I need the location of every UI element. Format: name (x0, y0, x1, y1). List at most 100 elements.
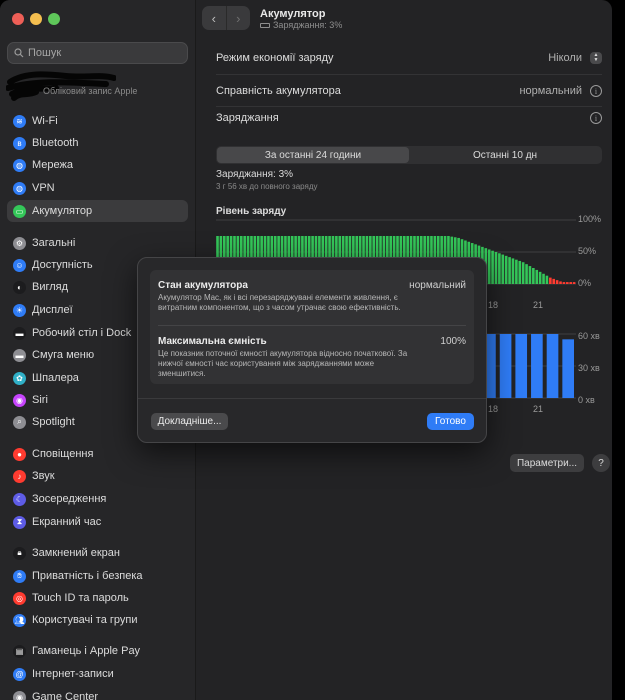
capacity-description: Це показник поточної ємності акумулятора… (158, 349, 408, 378)
sidebar-item-users[interactable]: 👥︎ Користувачі та групи (7, 609, 188, 631)
level-bar (528, 266, 532, 284)
sidebar-item-label: Користувачі та групи (32, 614, 138, 626)
level-bar (545, 275, 549, 284)
window-title: Акумулятор (260, 8, 326, 20)
level-axis-50: 50% (578, 246, 597, 256)
zoom-button[interactable] (48, 13, 60, 25)
help-button[interactable]: ? (592, 454, 610, 472)
condition-description: Акумулятор Mac, як і всі перезаряджувані… (158, 293, 401, 312)
sidebar-item-label: Екранний час (32, 516, 102, 528)
vpn-icon: ◍ (13, 181, 26, 195)
apple-account[interactable]: Обліковий запис Apple (0, 64, 196, 106)
sidebar-item-label: Звук (32, 470, 55, 482)
sidebar-item-label: Замкнений екран (32, 547, 120, 559)
sidebar-item-label: Акумулятор (32, 205, 93, 217)
sidebar-item-label: Шпалера (32, 372, 79, 384)
lockscreen-icon: 🔒︎ (13, 546, 26, 560)
sound-icon: ♪ (13, 469, 26, 483)
display-icon: ☀ (13, 303, 26, 317)
sidebar-item-sound[interactable]: ♪ Звук (7, 465, 188, 487)
divider (216, 106, 602, 107)
sidebar-item-label: Touch ID та пароль (32, 592, 129, 604)
privacy-icon: ✋︎ (13, 569, 26, 583)
sidebar-item-lockscreen[interactable]: 🔒︎ Замкнений екран (7, 542, 188, 564)
level-bar (562, 282, 566, 284)
low-power-select[interactable]: Ніколи ▲ ▼ (548, 52, 602, 64)
sidebar-item-network[interactable]: ◍ Мережа (7, 154, 188, 176)
sidebar-item-battery[interactable]: ▭ Акумулятор (7, 200, 188, 222)
tab-10d[interactable]: Останні 10 дн (409, 147, 601, 163)
sidebar-item-focus[interactable]: ☾ Зосередження (7, 488, 188, 510)
done-button[interactable]: Готово (427, 413, 474, 430)
level-bar (504, 255, 508, 284)
level-bar (494, 252, 498, 284)
low-power-label: Режим економії заряду (216, 52, 334, 64)
sidebar-item-screentime[interactable]: ⧗ Екранний час (7, 511, 188, 533)
level-bar (532, 268, 535, 284)
time-range-segmented: За останні 24 години Останні 10 дн (216, 146, 602, 164)
sidebar-item-label: Wi-Fi (32, 115, 58, 127)
sidebar-item-wallet[interactable]: ▤ Гаманець і Apple Pay (7, 640, 188, 662)
sidebar-item-notifications[interactable]: ● Сповіщення (7, 443, 188, 465)
level-bar (549, 277, 552, 284)
level-bar (501, 254, 505, 284)
sidebar-item-label: Робочий стіл і Dock (32, 327, 132, 339)
sidebar-item-label: Вигляд (32, 281, 69, 293)
sidebar-item-label: Зосередження (32, 493, 107, 505)
sidebar-item-internet-accounts[interactable]: @ Інтернет-записи (7, 663, 188, 685)
sidebar-item-bluetooth[interactable]: ʙ Bluetooth (7, 132, 188, 154)
back-button[interactable]: ‹ (202, 6, 226, 30)
usage-bar (546, 334, 559, 398)
account-label: Обліковий запис Apple (43, 86, 138, 96)
dock-icon: ▬ (13, 326, 26, 340)
sidebar-item-label: Загальні (32, 237, 76, 249)
condition-title: Стан акумулятора (158, 280, 248, 291)
sidebar-item-label: Гаманець і Apple Pay (32, 645, 141, 657)
level-bar (566, 282, 569, 284)
gear-icon: ⚙ (13, 236, 26, 250)
usage-bar (499, 334, 512, 398)
capacity-title: Максимальна ємність (158, 336, 267, 347)
more-info-button[interactable]: Докладніше... (151, 413, 228, 430)
accessibility-icon: ☺ (13, 258, 26, 272)
level-bar (525, 264, 528, 284)
usage-bar (531, 334, 543, 398)
sidebar-item-label: Game Center (32, 691, 99, 700)
wallpaper-icon: ✿ (13, 371, 26, 385)
sidebar-item-label: Bluetooth (32, 137, 79, 149)
search-field[interactable] (7, 42, 188, 64)
close-button[interactable] (12, 13, 24, 25)
sidebar-item-gamecenter[interactable]: ◉ Game Center (7, 686, 188, 700)
sidebar-item-touchid[interactable]: ◎ Touch ID та пароль (7, 587, 188, 609)
minimize-button[interactable] (30, 13, 42, 25)
sidebar-item-label: Siri (32, 394, 48, 406)
sidebar-item-gear[interactable]: ⚙ Загальні (7, 232, 188, 254)
info-icon[interactable]: i (590, 112, 602, 124)
search-input[interactable] (28, 47, 178, 59)
sidebar-item-vpn[interactable]: ◍ VPN (7, 177, 188, 199)
window-subtitle: Заряджання: 3% (260, 20, 342, 30)
appearance-icon: ◐ (13, 280, 26, 294)
search-icon (14, 48, 24, 58)
screentime-icon: ⧗ (13, 515, 26, 529)
redacted-scribble (6, 71, 116, 101)
battery-icon: ▭ (13, 204, 26, 218)
options-button[interactable]: Параметри... (510, 454, 584, 472)
level-bar (491, 250, 494, 284)
sidebar-item-privacy[interactable]: ✋︎ Приватність і безпека (7, 565, 188, 587)
level-bar (487, 249, 491, 284)
level-xtick-18: 18 (488, 300, 499, 310)
sidebar-item-label: Смуга меню (32, 349, 95, 361)
info-icon[interactable]: i (590, 85, 602, 97)
level-axis-0: 0% (578, 278, 592, 288)
gamecenter-icon: ◉ (13, 690, 26, 700)
health-value: нормальний (519, 85, 582, 97)
sidebar-item-label: Сповіщення (32, 448, 94, 460)
level-bar (538, 271, 542, 284)
sidebar-item-label: Мережа (32, 159, 73, 171)
sidebar-item-wifi[interactable]: ≋ Wi-Fi (7, 110, 188, 132)
usage-bar (515, 334, 528, 398)
forward-button[interactable]: › (225, 6, 251, 30)
tab-24h[interactable]: За останні 24 години (217, 147, 409, 163)
chevron-right-icon: › (236, 10, 241, 26)
